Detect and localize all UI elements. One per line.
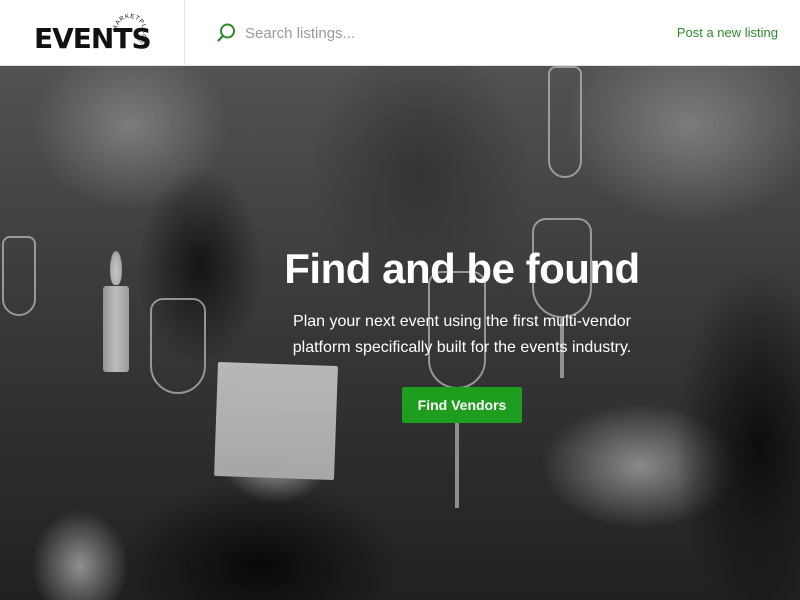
search-icon[interactable] bbox=[216, 22, 236, 44]
top-navigation-bar: EVENTS MARKETPLACE Post a new listing bbox=[0, 0, 800, 66]
hero-subtitle: Plan your next event using the first mul… bbox=[292, 313, 632, 356]
logo-ring-text: MARKETPLACE bbox=[112, 13, 148, 45]
post-new-listing-link[interactable]: Post a new listing bbox=[677, 25, 778, 40]
logo-ring-badge: MARKETPLACE bbox=[112, 13, 148, 45]
hero-title: Find and be found bbox=[284, 245, 640, 292]
logo[interactable]: EVENTS MARKETPLACE bbox=[0, 0, 185, 66]
hero-section: Find and be found Plan your next event u… bbox=[0, 66, 800, 600]
svg-text:MARKETPLACE: MARKETPLACE bbox=[112, 13, 148, 45]
find-vendors-button[interactable]: Find Vendors bbox=[402, 387, 522, 423]
search-input[interactable] bbox=[245, 23, 605, 43]
